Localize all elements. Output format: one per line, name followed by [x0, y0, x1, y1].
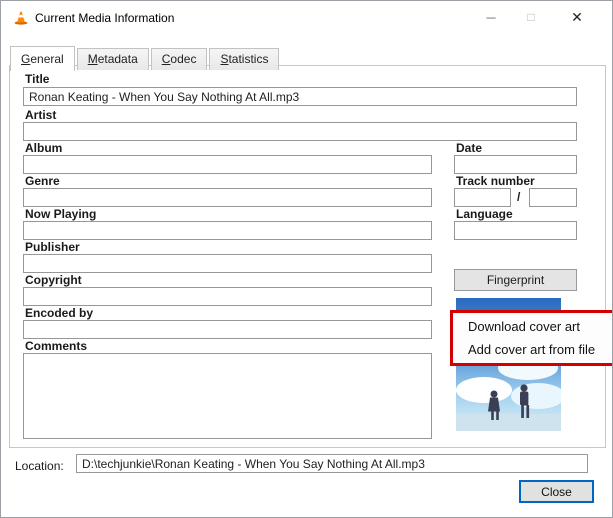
close-icon: ✕: [571, 8, 583, 25]
location-input[interactable]: [76, 454, 588, 473]
tab-statistics[interactable]: Statistics: [209, 48, 280, 70]
language-label: Language: [456, 207, 513, 221]
close-window-button[interactable]: ✕: [553, 2, 601, 32]
publisher-input[interactable]: [23, 254, 432, 273]
encoded-by-label: Encoded by: [25, 306, 94, 320]
menu-item-add-cover-art-from-file[interactable]: Add cover art from file: [453, 338, 612, 361]
tab-strip: General Metadata Codec Statistics: [10, 46, 281, 71]
track-number-label: Track number: [456, 174, 535, 188]
window-title: Current Media Information: [35, 11, 175, 25]
album-input[interactable]: [23, 155, 432, 174]
tab-codec[interactable]: Codec: [150, 48, 208, 70]
maximize-icon: □: [527, 10, 535, 24]
title-input[interactable]: [23, 87, 577, 106]
title-label: Title: [25, 72, 50, 86]
genre-label: Genre: [25, 174, 60, 188]
menu-item-download-cover-art[interactable]: Download cover art: [453, 315, 612, 338]
copyright-label: Copyright: [25, 273, 82, 287]
copyright-input[interactable]: [23, 287, 432, 306]
media-information-dialog: Current Media Information ─ □ ✕ General …: [0, 0, 613, 518]
artist-label: Artist: [25, 108, 57, 122]
track-number-input[interactable]: [454, 188, 511, 207]
publisher-label: Publisher: [25, 240, 80, 254]
comments-textarea[interactable]: [23, 353, 432, 439]
close-button[interactable]: Close: [519, 480, 594, 503]
artist-input[interactable]: [23, 122, 577, 141]
now-playing-label: Now Playing: [25, 207, 97, 221]
cover-art-context-menu: Download cover art Add cover art from fi…: [453, 313, 612, 363]
album-label: Album: [25, 141, 63, 155]
comments-label: Comments: [25, 339, 88, 353]
track-separator: /: [517, 190, 521, 204]
genre-input[interactable]: [23, 188, 432, 207]
now-playing-input[interactable]: [23, 221, 432, 240]
title-bar: Current Media Information ─ □ ✕: [1, 1, 612, 35]
date-label: Date: [456, 141, 483, 155]
encoded-by-input[interactable]: [23, 320, 432, 339]
minimize-button[interactable]: ─: [471, 2, 511, 32]
tab-general[interactable]: General: [10, 46, 75, 71]
maximize-button[interactable]: □: [511, 2, 551, 32]
date-input[interactable]: [454, 155, 577, 174]
minimize-icon: ─: [486, 9, 496, 25]
location-label: Location:: [15, 459, 64, 473]
vlc-cone-icon: [14, 9, 28, 25]
tab-metadata[interactable]: Metadata: [76, 48, 149, 70]
language-input[interactable]: [454, 221, 577, 240]
track-total-input[interactable]: [529, 188, 577, 207]
fingerprint-button[interactable]: Fingerprint: [454, 269, 577, 291]
